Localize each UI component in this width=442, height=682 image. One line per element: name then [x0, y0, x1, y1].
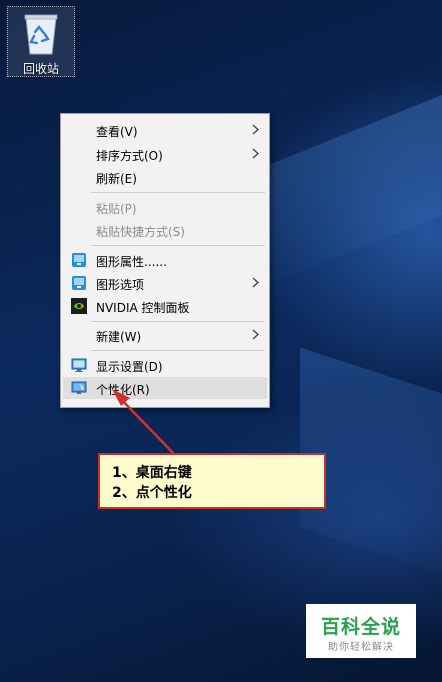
instruction-step-1: 1、桌面右键: [112, 465, 192, 481]
watermark-logo: 百科全说 助你轻松解决: [306, 604, 416, 658]
instruction-step-2: 2、点个性化: [112, 485, 192, 501]
instruction-callout: 1、桌面右键 2、点个性化: [98, 453, 326, 509]
annotation-arrow: [112, 389, 176, 456]
arrow-shaft: [117, 395, 176, 456]
watermark-subtitle: 助你轻松解决: [328, 642, 394, 653]
watermark-title: 百科全说: [320, 616, 401, 638]
arrow-head: [112, 389, 130, 406]
